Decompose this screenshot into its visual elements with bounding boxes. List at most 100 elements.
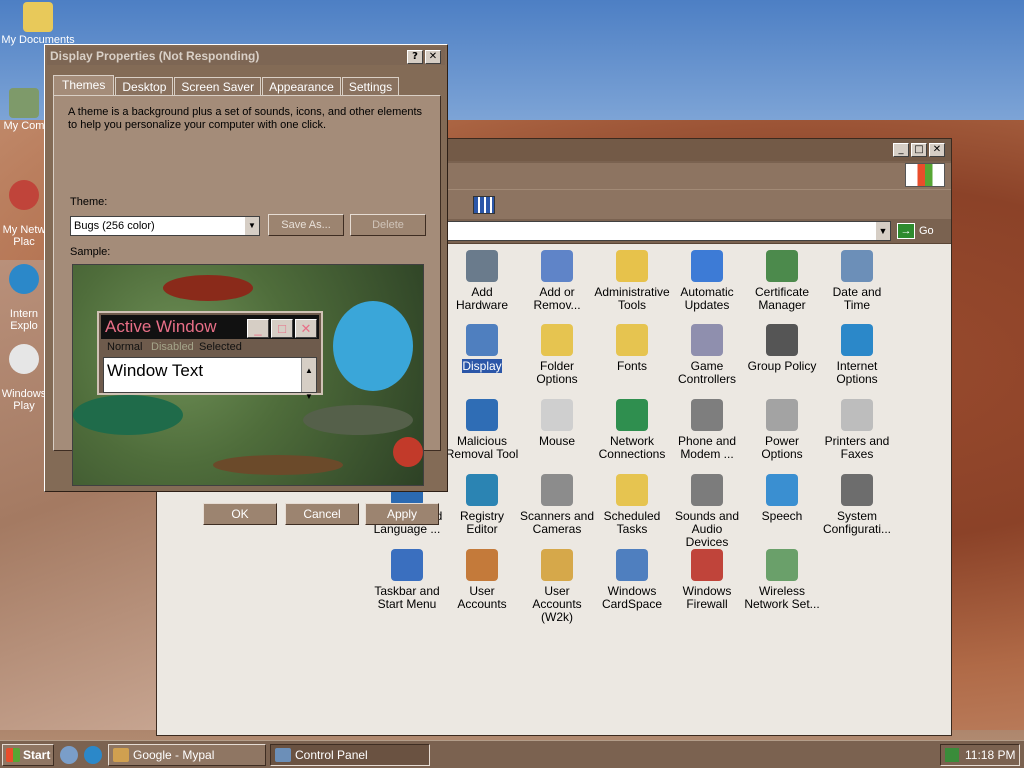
control-panel-item-label: Add or Remov...	[533, 285, 581, 312]
control-panel-item-label: Printers and Faxes	[824, 434, 890, 461]
control-panel-item[interactable]: Speech	[744, 474, 820, 523]
close-button[interactable]: ✕	[929, 143, 945, 157]
desktop-icon-network-places[interactable]: My Netw Plac	[0, 168, 48, 260]
go-button[interactable]: → Go	[895, 221, 943, 241]
control-panel-item-label: Game Controllers	[677, 359, 737, 386]
control-panel-item-label: User Accounts	[457, 584, 507, 611]
control-panel-item-label: Windows CardSpace	[601, 584, 663, 611]
desktop-icon-internet-explorer[interactable]: Intern Explo	[0, 252, 48, 344]
ok-button[interactable]: OK	[203, 503, 277, 525]
maximize-button[interactable]: □	[911, 143, 927, 157]
tab-appearance[interactable]: Appearance	[262, 77, 341, 97]
minimize-button[interactable]: _	[893, 143, 909, 157]
sample-label: Sample:	[70, 246, 111, 258]
sample-window-titlebar: Active Window _ □ ✕	[101, 315, 319, 339]
control-panel-item[interactable]: Windows CardSpace	[594, 549, 670, 611]
close-button[interactable]: ✕	[425, 50, 441, 64]
desktop-icon-my-computer[interactable]: My Com	[0, 88, 48, 132]
control-panel-item-label: Malicious Removal Tool	[445, 434, 519, 461]
desktop-icon-label: My Netw Plac	[2, 224, 46, 248]
address-bar[interactable]: ▼	[447, 221, 891, 241]
views-icon[interactable]	[473, 196, 495, 214]
taskbar-button-google-mypal[interactable]: Google - Mypal	[108, 744, 266, 766]
control-panel-item[interactable]: Administrative Tools	[594, 250, 670, 312]
dialog-titlebar[interactable]: Display Properties (Not Responding) ? ✕	[47, 47, 445, 65]
start-button[interactable]: Start	[2, 744, 54, 766]
chevron-down-icon[interactable]: ▼	[245, 217, 259, 235]
go-arrow-icon: →	[897, 223, 915, 239]
certificate-icon	[766, 250, 798, 282]
control-panel-item[interactable]: Group Policy	[744, 324, 820, 373]
show-desktop-icon[interactable]	[60, 746, 78, 764]
control-panel-item-label: User Accounts (W2k)	[532, 584, 582, 624]
internet-explorer-icon	[9, 264, 39, 294]
control-panel-item[interactable]: Windows Firewall	[669, 549, 745, 611]
tab-themes[interactable]: Themes	[53, 75, 115, 97]
user-accounts-w2k-icon	[541, 549, 573, 581]
tab-desktop[interactable]: Desktop	[115, 77, 174, 97]
desktop-icon-windows-media-player[interactable]: Windows Play	[0, 332, 48, 424]
control-panel-item-label: Wireless Network Set...	[744, 584, 820, 611]
control-panel-item[interactable]: Mouse	[519, 399, 595, 448]
menu-selected: Selected	[199, 341, 242, 353]
cancel-button[interactable]: Cancel	[285, 503, 359, 525]
folder-options-icon	[541, 324, 573, 356]
save-as-button[interactable]: Save As...	[268, 214, 344, 236]
control-panel-item[interactable]: Add or Remov...	[519, 250, 595, 312]
control-panel-item[interactable]: Registry Editor	[444, 474, 520, 536]
tab-screen-saver[interactable]: Screen Saver	[174, 77, 262, 97]
desktop-icon-my-documents[interactable]: My Documents	[0, 2, 76, 46]
beetle-image	[303, 405, 413, 435]
control-panel-item[interactable]: Display	[444, 324, 520, 373]
desktop-icon-label: My Com	[3, 120, 45, 132]
control-panel-icon	[275, 748, 291, 762]
control-panel-item[interactable]: Scheduled Tasks	[594, 474, 670, 536]
control-panel-item[interactable]: Add Hardware	[444, 250, 520, 312]
windows-logo-icon	[905, 163, 945, 187]
control-panel-item-label: Internet Options	[836, 359, 878, 386]
printer-icon	[841, 399, 873, 431]
control-panel-item[interactable]: Malicious Removal Tool	[444, 399, 520, 461]
delete-button[interactable]: Delete	[350, 214, 426, 236]
add-hardware-icon	[466, 250, 498, 282]
control-panel-item[interactable]: Folder Options	[519, 324, 595, 386]
phone-icon	[691, 399, 723, 431]
beetle-image	[163, 275, 253, 301]
internet-explorer-icon[interactable]	[84, 746, 102, 764]
windows-logo-icon	[6, 748, 20, 762]
control-panel-item[interactable]: User Accounts	[444, 549, 520, 611]
control-panel-item[interactable]: Sounds and Audio Devices	[669, 474, 745, 549]
control-panel-item[interactable]: System Configurati...	[819, 474, 895, 536]
scanner-icon	[541, 474, 573, 506]
theme-select-value: Bugs (256 color)	[74, 220, 155, 232]
control-panel-item[interactable]: Network Connections	[594, 399, 670, 461]
control-panel-item[interactable]: Printers and Faxes	[819, 399, 895, 461]
control-panel-item[interactable]: Automatic Updates	[669, 250, 745, 312]
tab-settings[interactable]: Settings	[341, 77, 400, 97]
theme-select[interactable]: Bugs (256 color) ▼	[70, 216, 260, 236]
control-panel-item[interactable]: Power Options	[744, 399, 820, 461]
control-panel-item[interactable]: Wireless Network Set...	[744, 549, 820, 611]
desktop-icon-label: Intern Explo	[9, 308, 39, 332]
internet-options-icon	[841, 324, 873, 356]
help-button[interactable]: ?	[407, 50, 423, 64]
sample-window-title: Active Window	[105, 317, 217, 336]
ladybug-image	[393, 437, 423, 467]
chevron-down-icon[interactable]: ▼	[876, 222, 890, 240]
network-tray-icon[interactable]	[945, 748, 959, 762]
control-panel-item[interactable]: Internet Options	[819, 324, 895, 386]
control-panel-item[interactable]: User Accounts (W2k)	[519, 549, 595, 624]
control-panel-item[interactable]: Date and Time	[819, 250, 895, 312]
clock[interactable]: 11:18 PM	[965, 748, 1015, 762]
control-panel-item[interactable]: Certificate Manager	[744, 250, 820, 312]
control-panel-item[interactable]: Fonts	[594, 324, 670, 373]
control-panel-item[interactable]: Taskbar and Start Menu	[369, 549, 445, 611]
control-panel-item[interactable]: Game Controllers	[669, 324, 745, 386]
cardspace-icon	[616, 549, 648, 581]
control-panel-item[interactable]: Phone and Modem ...	[669, 399, 745, 461]
apply-button[interactable]: Apply	[365, 503, 439, 525]
control-panel-item-label: Date and Time	[832, 285, 882, 312]
control-panel-item-label: Phone and Modem ...	[677, 434, 737, 461]
taskbar-button-control-panel[interactable]: Control Panel	[270, 744, 430, 766]
control-panel-item[interactable]: Scanners and Cameras	[519, 474, 595, 536]
